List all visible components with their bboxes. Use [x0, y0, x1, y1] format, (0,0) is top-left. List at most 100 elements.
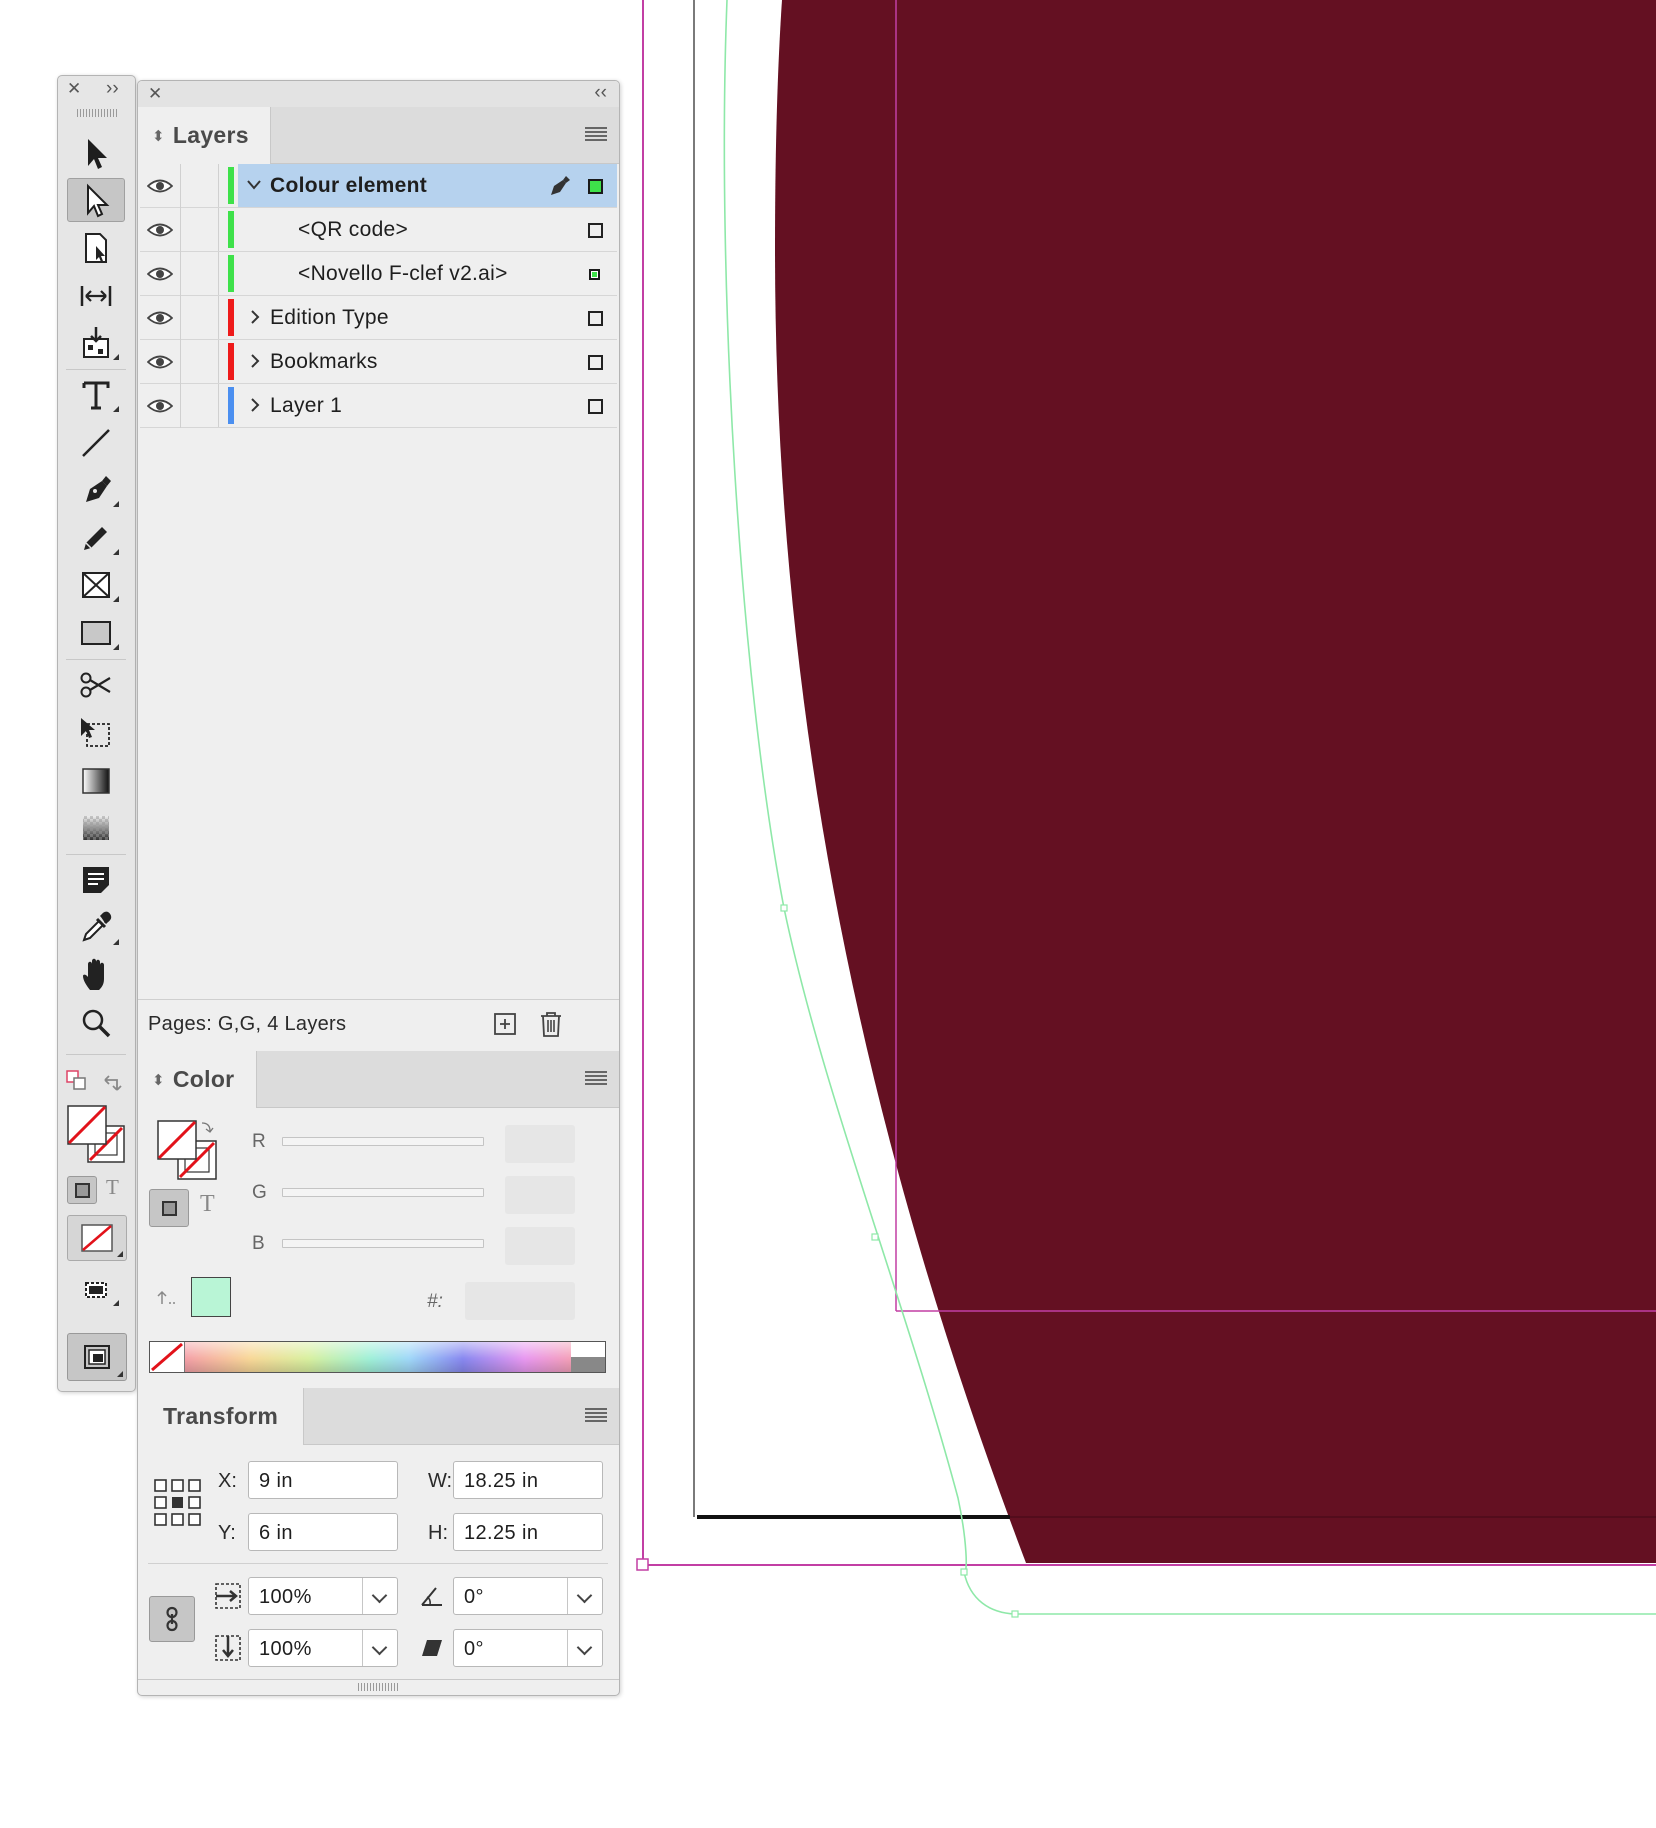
visibility-toggle[interactable]	[140, 252, 181, 295]
slider-b[interactable]	[282, 1239, 484, 1248]
panel-menu-icon[interactable]	[585, 127, 607, 141]
trash-icon[interactable]	[539, 1010, 563, 1038]
formatting-text-button[interactable]: T	[106, 1175, 119, 1200]
hex-value-box[interactable]	[465, 1282, 575, 1320]
hand-tool[interactable]	[67, 953, 125, 997]
close-icon[interactable]: ✕	[148, 85, 162, 103]
layer-row[interactable]: Colour element	[140, 164, 617, 208]
tab-color[interactable]: ⬍ Color	[138, 1051, 257, 1108]
none-swatch[interactable]	[150, 1342, 185, 1372]
tab-layers[interactable]: ⬍ Layers	[138, 107, 271, 164]
selection-square-icon[interactable]	[588, 179, 603, 194]
path-anchor[interactable]	[1011, 1610, 1019, 1618]
value-box-b[interactable]	[505, 1227, 575, 1265]
scissors-tool[interactable]	[67, 663, 125, 707]
apply-none-button[interactable]	[67, 1215, 127, 1261]
selection-square-icon[interactable]	[588, 399, 603, 414]
preview-mode-button[interactable]	[67, 1333, 127, 1381]
gradient-feather-tool[interactable]	[67, 806, 125, 850]
close-icon[interactable]: ✕	[67, 80, 81, 98]
lock-toggle[interactable]	[180, 252, 219, 295]
note-tool[interactable]	[67, 858, 125, 902]
last-color-swatch[interactable]	[191, 1277, 231, 1317]
value-box-r[interactable]	[505, 1125, 575, 1163]
layer-row[interactable]: Layer 1	[140, 384, 617, 428]
visibility-toggle[interactable]	[140, 296, 181, 339]
rectangle-frame-tool[interactable]	[67, 563, 125, 607]
selection-square-icon[interactable]	[588, 355, 603, 370]
constrain-proportions-button[interactable]	[149, 1596, 195, 1642]
fill-stroke-swatch[interactable]	[66, 1104, 128, 1166]
gap-tool[interactable]	[67, 274, 125, 318]
chevron-down-icon[interactable]	[362, 1578, 397, 1614]
direct-selection-tool[interactable]	[67, 178, 125, 222]
new-layer-icon[interactable]	[493, 1012, 517, 1036]
reference-point-icon[interactable]	[153, 1478, 203, 1528]
selection-square-icon[interactable]	[588, 311, 603, 326]
resize-grip[interactable]	[358, 1683, 398, 1691]
path-anchor[interactable]	[871, 1233, 879, 1241]
bleed-corner-handle[interactable]	[636, 1558, 649, 1571]
layer-row[interactable]: Bookmarks	[140, 340, 617, 384]
line-tool[interactable]	[67, 421, 125, 465]
h-field[interactable]: 12.25 in	[453, 1513, 603, 1551]
scale-x-field[interactable]: 100%	[248, 1577, 398, 1615]
pencil-tool[interactable]	[67, 516, 125, 560]
free-transform-tool[interactable]	[67, 711, 125, 755]
swap-fill-stroke-icon[interactable]	[101, 1072, 125, 1094]
default-fill-stroke-icon[interactable]	[66, 1070, 88, 1092]
lock-toggle[interactable]	[180, 208, 219, 251]
lock-toggle[interactable]	[180, 340, 219, 383]
content-collector-tool[interactable]	[67, 321, 125, 365]
rotation-field[interactable]: 0°	[453, 1577, 603, 1615]
type-tool[interactable]	[67, 373, 125, 417]
visibility-toggle[interactable]	[140, 208, 181, 251]
slider-g[interactable]	[282, 1188, 484, 1197]
chevron-down-icon[interactable]	[567, 1630, 602, 1666]
x-field[interactable]: 9 in	[248, 1461, 398, 1499]
layer-row[interactable]: <QR code>	[140, 208, 617, 252]
chevron-down-icon[interactable]	[567, 1578, 602, 1614]
expand-panel-icon[interactable]: ››	[106, 79, 119, 98]
lock-toggle[interactable]	[180, 296, 219, 339]
lock-toggle[interactable]	[180, 384, 219, 427]
page-tool[interactable]	[67, 226, 125, 270]
eyedropper-tool[interactable]	[67, 906, 125, 950]
formatting-container-button[interactable]	[67, 1176, 97, 1204]
pen-tool[interactable]	[67, 468, 125, 512]
slider-r[interactable]	[282, 1137, 484, 1146]
tab-transform[interactable]: Transform	[138, 1388, 304, 1445]
rectangle-tool[interactable]	[67, 611, 125, 655]
drag-grip[interactable]	[77, 109, 117, 117]
visibility-toggle[interactable]	[140, 164, 181, 207]
selection-tool[interactable]	[67, 131, 125, 175]
chevron-right-icon[interactable]	[249, 353, 261, 369]
color-spectrum[interactable]	[149, 1341, 606, 1373]
chevron-down-icon[interactable]	[362, 1630, 397, 1666]
panel-menu-icon[interactable]	[585, 1408, 607, 1422]
shear-field[interactable]: 0°	[453, 1629, 603, 1667]
lock-toggle[interactable]	[180, 164, 219, 207]
chevron-down-icon[interactable]	[246, 178, 262, 192]
y-field[interactable]: 6 in	[248, 1513, 398, 1551]
value-box-g[interactable]	[505, 1176, 575, 1214]
zoom-tool[interactable]	[67, 1001, 125, 1045]
visibility-toggle[interactable]	[140, 340, 181, 383]
visibility-toggle[interactable]	[140, 384, 181, 427]
panel-menu-icon[interactable]	[585, 1071, 607, 1085]
chevron-right-icon[interactable]	[249, 397, 261, 413]
screen-mode-button[interactable]	[67, 1267, 125, 1311]
collapse-panel-icon[interactable]: ‹‹	[594, 83, 607, 102]
gradient-swatch-tool[interactable]	[67, 759, 125, 803]
w-field[interactable]: 18.25 in	[453, 1461, 603, 1499]
color-fill-stroke-swatch[interactable]	[156, 1119, 220, 1183]
path-anchor[interactable]	[780, 904, 788, 912]
selection-square-icon[interactable]	[588, 223, 603, 238]
layer-row[interactable]: <Novello F-clef v2.ai>	[140, 252, 617, 296]
color-text-button[interactable]: T	[200, 1191, 215, 1218]
color-container-button[interactable]	[149, 1189, 189, 1227]
path-anchor[interactable]	[960, 1568, 968, 1576]
scale-y-field[interactable]: 100%	[248, 1629, 398, 1667]
layer-row[interactable]: Edition Type	[140, 296, 617, 340]
selection-square-icon[interactable]	[589, 269, 600, 280]
